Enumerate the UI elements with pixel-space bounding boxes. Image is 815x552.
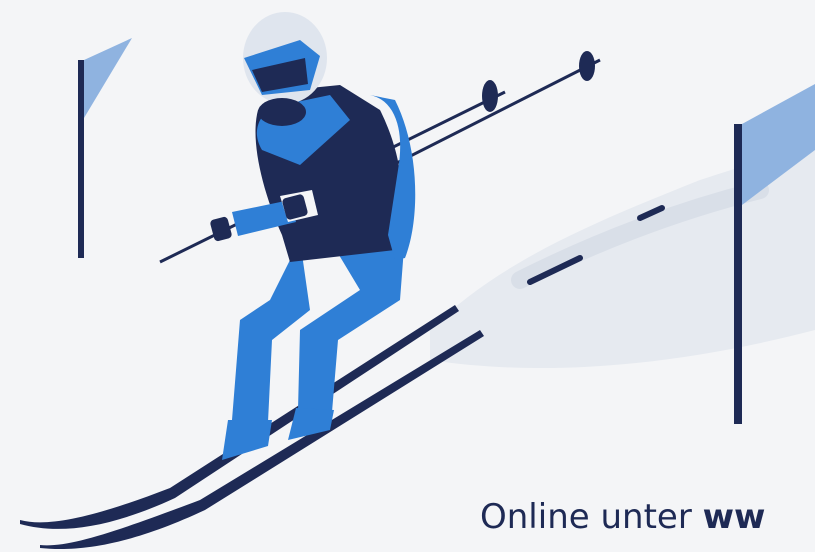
left-gate-flag-icon: [78, 38, 132, 258]
caption-prefix: Online unter: [480, 497, 692, 537]
skier-illustration: [20, 12, 815, 550]
caption-link-fragment[interactable]: ww: [703, 497, 766, 537]
caption-text: Online unter ww: [480, 500, 765, 534]
